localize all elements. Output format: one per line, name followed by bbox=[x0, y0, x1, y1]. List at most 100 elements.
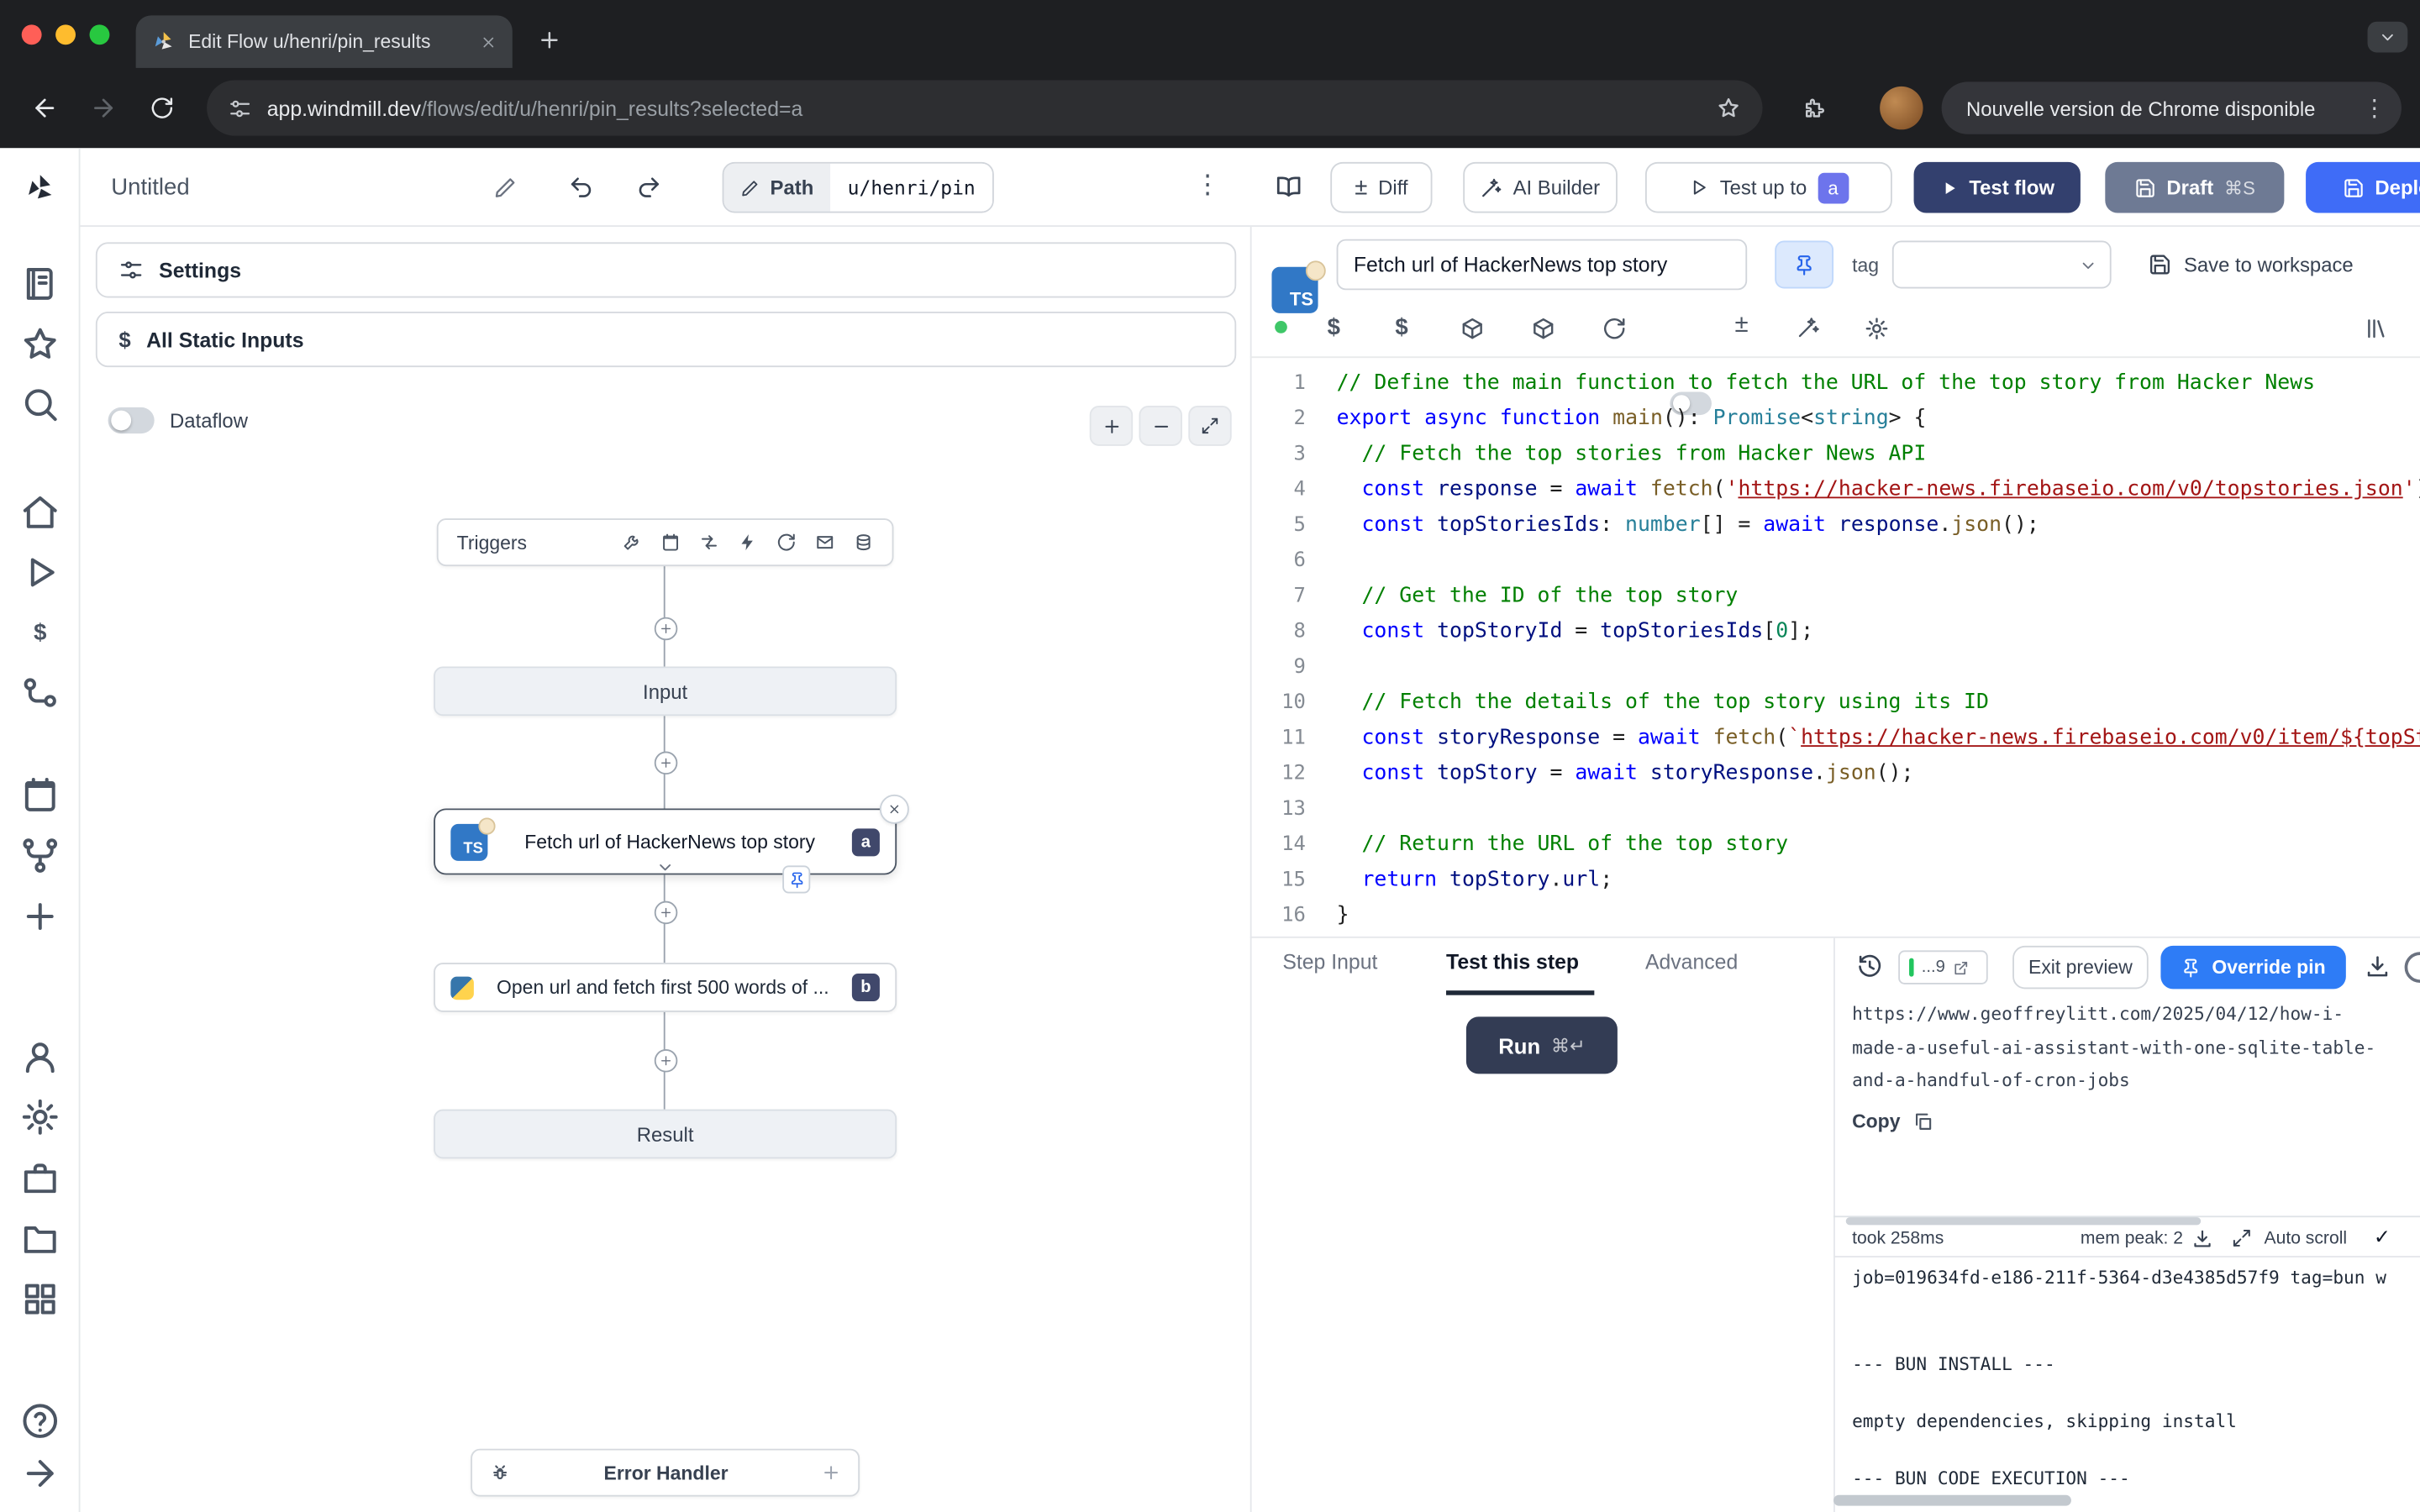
auto-scroll-checkbox[interactable]: ✓ bbox=[2374, 1225, 2391, 1249]
extensions-icon[interactable] bbox=[1802, 96, 1827, 120]
input-node[interactable]: Input bbox=[434, 666, 897, 716]
step-name-input[interactable] bbox=[1337, 239, 1748, 291]
tab-close-icon[interactable] bbox=[480, 33, 497, 50]
edit-title-icon[interactable] bbox=[494, 176, 518, 199]
tag-select[interactable] bbox=[1892, 241, 2112, 289]
pin-toggle-button[interactable] bbox=[1775, 241, 1833, 289]
schedule-trigger-icon[interactable] bbox=[660, 533, 681, 553]
fit-view-button[interactable] bbox=[1188, 406, 1231, 446]
run-button[interactable]: Run ⌘↵ bbox=[1466, 1016, 1618, 1074]
refresh-icon[interactable] bbox=[1602, 317, 1627, 341]
collapse-step-icon[interactable] bbox=[656, 858, 675, 876]
log-scrollbar-top[interactable] bbox=[1846, 1217, 2201, 1225]
sidebar-item-flows[interactable] bbox=[20, 835, 60, 875]
resources-icon[interactable]: $ bbox=[1395, 315, 1407, 341]
search-icon[interactable] bbox=[20, 384, 60, 424]
tab-advanced[interactable]: Advanced bbox=[1645, 950, 1738, 974]
diff-mode-icon[interactable]: ± bbox=[1734, 312, 1748, 339]
zoom-in-button[interactable] bbox=[1090, 406, 1133, 446]
windmill-logo[interactable] bbox=[20, 168, 60, 208]
sidebar-item-resources[interactable] bbox=[20, 675, 60, 715]
forward-button[interactable] bbox=[90, 94, 118, 122]
browser-tab[interactable]: Edit Flow u/henri/pin_results bbox=[136, 15, 513, 67]
poll-trigger-icon[interactable] bbox=[776, 533, 797, 553]
sidebar-item-runs[interactable] bbox=[20, 553, 60, 593]
code-lines[interactable]: // Define the main function to fetch the… bbox=[1337, 365, 2420, 937]
profile-avatar[interactable] bbox=[1880, 87, 1923, 129]
sidebar-item-favorites[interactable] bbox=[20, 324, 60, 365]
reload-button[interactable] bbox=[150, 96, 174, 120]
variables-icon[interactable]: $ bbox=[1328, 315, 1340, 341]
back-button[interactable] bbox=[31, 94, 59, 122]
copy-button[interactable]: Copy bbox=[1852, 1110, 1934, 1132]
dataflow-toggle[interactable] bbox=[108, 407, 155, 433]
sidebar-item-apps[interactable] bbox=[20, 264, 60, 304]
add-step-button[interactable] bbox=[655, 617, 678, 641]
tab-step-input[interactable]: Step Input bbox=[1282, 950, 1377, 974]
dependencies-icon[interactable] bbox=[1531, 317, 1555, 341]
sidebar-item-users[interactable] bbox=[20, 1037, 60, 1077]
test-flow-button[interactable]: Test flow bbox=[1914, 162, 2081, 213]
sidebar-item-settings[interactable] bbox=[20, 1097, 60, 1137]
job-id-badge[interactable]: ...9 bbox=[1898, 950, 1988, 984]
error-handler-node[interactable]: Error Handler bbox=[471, 1449, 860, 1497]
browser-menu-icon[interactable]: ⋮ bbox=[2363, 94, 2386, 122]
exit-preview-button[interactable]: Exit preview bbox=[2012, 946, 2149, 989]
window-minimize-button[interactable] bbox=[55, 24, 76, 45]
chrome-update-chip[interactable]: Nouvelle version de Chrome disponible ⋮ bbox=[1942, 81, 2402, 134]
email-trigger-icon[interactable] bbox=[815, 533, 835, 553]
expand-logs-icon[interactable] bbox=[2232, 1228, 2252, 1248]
more-options-icon[interactable]: ⋮ bbox=[1195, 170, 1221, 201]
path-control[interactable]: Path u/henri/pin bbox=[723, 162, 994, 213]
new-tab-button[interactable] bbox=[537, 28, 561, 52]
undo-button[interactable] bbox=[568, 175, 594, 201]
history-icon[interactable] bbox=[1857, 953, 1883, 979]
websocket-trigger-icon[interactable] bbox=[738, 533, 758, 553]
sidebar-item-workers[interactable] bbox=[20, 1158, 60, 1199]
help-icon[interactable] bbox=[20, 1401, 60, 1441]
webhook-trigger-icon[interactable] bbox=[622, 533, 642, 553]
ai-builder-button[interactable]: AI Builder bbox=[1463, 162, 1618, 213]
deploy-button[interactable]: Deploy bbox=[2306, 162, 2420, 213]
step-b-node[interactable]: Open url and fetch first 500 words of ..… bbox=[434, 963, 897, 1012]
omnibox[interactable]: app.windmill.dev/flows/edit/u/henri/pin_… bbox=[207, 81, 1762, 136]
bookmark-star-icon[interactable] bbox=[1716, 96, 1740, 120]
all-static-inputs-row[interactable]: $ All Static Inputs bbox=[96, 312, 1236, 367]
triggers-node[interactable]: Triggers bbox=[437, 518, 894, 566]
site-info-icon[interactable] bbox=[229, 97, 252, 120]
sidebar-add-button[interactable] bbox=[20, 896, 60, 937]
sidebar-item-apps-grid[interactable] bbox=[20, 1279, 60, 1320]
log-scrollbar-bottom[interactable] bbox=[1833, 1495, 2071, 1506]
add-step-button[interactable] bbox=[655, 901, 678, 925]
download-icon[interactable] bbox=[2365, 953, 2391, 979]
remove-step-button[interactable] bbox=[880, 795, 909, 824]
result-node[interactable]: Result bbox=[434, 1110, 897, 1159]
sidebar-item-home[interactable] bbox=[20, 492, 60, 533]
zoom-out-button[interactable] bbox=[1139, 406, 1182, 446]
redo-button[interactable] bbox=[636, 175, 662, 201]
tab-test-this-step[interactable]: Test this step bbox=[1446, 950, 1579, 974]
collapse-sidebar-icon[interactable] bbox=[20, 1453, 60, 1494]
tab-list-button[interactable] bbox=[2368, 22, 2408, 53]
editor-settings-icon[interactable] bbox=[1865, 317, 1889, 341]
save-to-workspace-button[interactable]: Save to workspace bbox=[2149, 241, 2354, 289]
diff-button[interactable]: ± Diff bbox=[1330, 162, 1432, 213]
library-icon[interactable] bbox=[2365, 317, 2389, 341]
sidebar-item-folders[interactable] bbox=[20, 1219, 60, 1259]
http-route-trigger-icon[interactable] bbox=[699, 533, 719, 553]
pinned-badge[interactable] bbox=[782, 865, 810, 893]
sidebar-item-variables[interactable]: $ bbox=[20, 612, 60, 653]
download-logs-icon[interactable] bbox=[2191, 1228, 2213, 1250]
add-step-button[interactable] bbox=[655, 751, 678, 774]
test-up-to-button[interactable]: Test up to a bbox=[1645, 162, 1892, 213]
docs-icon[interactable] bbox=[1275, 173, 1302, 201]
add-step-button[interactable] bbox=[655, 1049, 678, 1073]
external-link-icon[interactable] bbox=[1953, 959, 1970, 976]
path-value[interactable]: u/henri/pin bbox=[830, 164, 992, 212]
window-close-button[interactable] bbox=[22, 24, 42, 45]
sidebar-item-schedules[interactable] bbox=[20, 774, 60, 815]
package-icon[interactable] bbox=[1460, 317, 1485, 341]
window-zoom-button[interactable] bbox=[90, 24, 110, 45]
ai-assist-icon[interactable] bbox=[1797, 317, 1820, 340]
draft-button[interactable]: Draft ⌘S bbox=[2105, 162, 2284, 213]
